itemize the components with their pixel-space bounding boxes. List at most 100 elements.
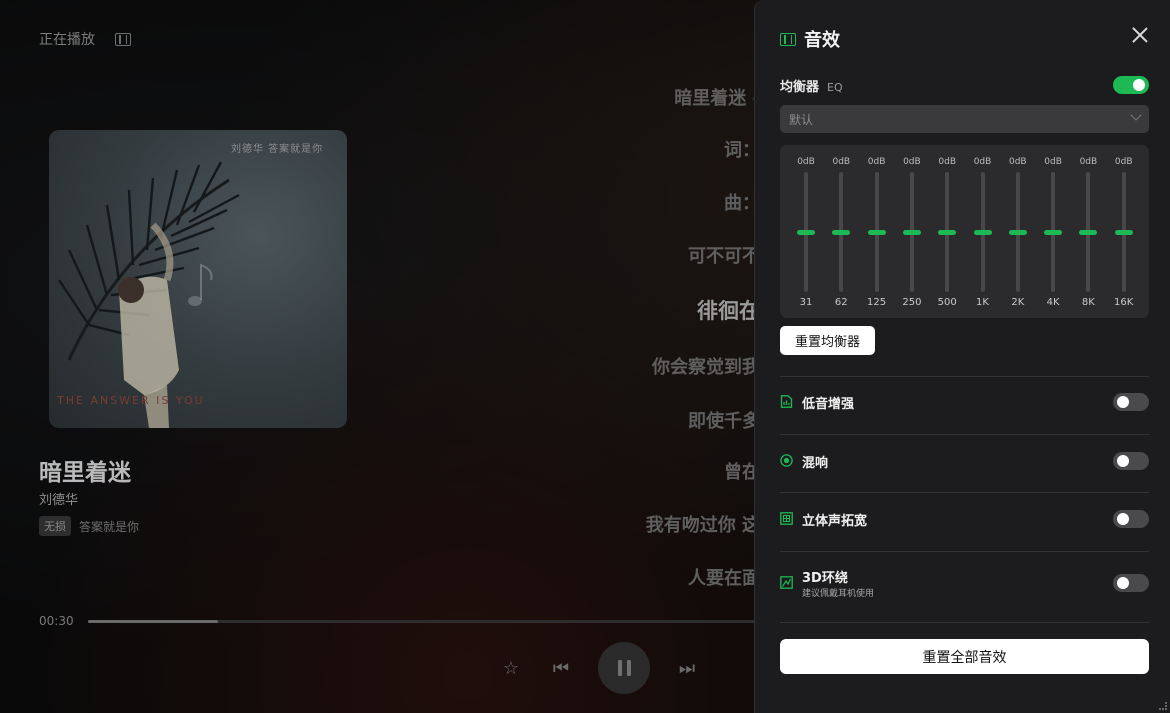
eq-band-db: 0dB [973,157,992,167]
eq-band-db: 0dB [1044,157,1062,167]
eq-band-db: 0dB [797,157,815,167]
eq-band-frequency: 62 [834,297,848,308]
progress-fill [87,619,219,623]
lyric-line[interactable]: 暗里着迷 - [674,84,760,110]
eq-band-frequency: 125 [867,297,887,308]
now-playing-header: 正在播放 [39,29,131,49]
eq-slider-thumb[interactable] [1114,229,1133,235]
lyric-line[interactable]: 徘徊在 [697,295,760,325]
effect-row-reverb: 混响 [780,440,1149,480]
close-icon[interactable] [1132,27,1148,43]
eq-band-62: 0dB 62 [823,145,859,318]
divider [780,376,1149,377]
cover-bottom-caption: THE ANSWER IS YOU [57,394,205,407]
eq-preset-select[interactable]: 默认 [780,105,1149,133]
lyric-line[interactable]: 可不可不 [688,242,760,268]
equalizer-sub-label: EQ [827,81,843,94]
resize-grip-icon[interactable] [1159,702,1167,710]
playback-controls: ☆ ⏮ ⏭ [498,642,700,694]
favorite-star-icon[interactable]: ☆ [498,658,524,679]
eq-band-frequency: 4K [1046,297,1060,308]
panel-title: 音效 [804,30,840,51]
eq-band-8K: 0dB 8K [1070,145,1106,318]
lyric-line[interactable]: 即使千多 [688,407,760,433]
eq-band-250: 0dB 250 [894,145,930,318]
current-time: 00:30 [39,614,74,628]
equalizer-label: 均衡器 [780,80,820,95]
eq-band-2K: 0dB 2K [1000,145,1036,318]
eq-slider-thumb[interactable] [973,229,992,235]
eq-band-500: 0dB 500 [929,145,965,318]
effect-row-3d: 3D环绕 建议佩戴耳机使用 [780,563,1149,603]
eq-band-db: 0dB [1079,157,1098,167]
eq-slider-thumb[interactable] [832,229,851,235]
eq-band-db: 0dB [867,157,886,167]
eq-band-db: 0dB [938,157,956,167]
lyric-line[interactable]: 人要在面 [688,564,760,590]
next-track-icon[interactable]: ⏭ [674,658,700,679]
previous-track-icon[interactable]: ⏮ [548,658,574,679]
stereo-icon [780,512,793,525]
divider [780,622,1149,623]
eq-band-frequency: 8K [1081,297,1095,308]
cover-art-image [58,161,240,428]
progress-track[interactable] [87,619,758,623]
eq-preset-value: 默认 [789,112,814,127]
lyric-line[interactable]: 我有吻过你 这 [646,511,760,537]
surround-3d-icon [780,576,793,589]
surround-3d-toggle[interactable] [1113,574,1149,592]
eq-band-db: 0dB [1114,157,1133,167]
eq-slider-thumb[interactable] [1008,229,1027,235]
eq-slider-thumb[interactable] [1044,229,1063,235]
eq-slider-thumb[interactable] [797,229,815,235]
album-cover: 刘德华 答案就是你 THE ANSWER IS YOU [49,130,347,428]
effect-label: 3D环绕 [802,571,848,586]
song-tags: 无损 答案就是你 [39,516,139,536]
pause-button[interactable] [598,642,650,694]
eq-band-frequency: 2K [1011,297,1025,308]
bass-boost-toggle[interactable] [1113,393,1149,411]
divider [780,551,1149,552]
pause-bar-left [617,660,622,676]
reverb-toggle[interactable] [1113,452,1149,470]
lyrics-panel: 暗里着迷 - 词： 曲： 可不可不 徘徊在 你会察觉到我 即使千多 曾在 我有吻过你 这人要在面 [560,0,760,713]
eq-slider-thumb[interactable] [938,229,957,235]
eq-slider-thumb[interactable] [867,229,886,235]
quality-badge: 无损 [39,516,71,536]
mini-player-icon[interactable] [115,32,131,46]
audio-effects-panel: 音效 均衡器 EQ 默认 0dB 31 0dB 62 0dB 125 0dB 250 0dB 50… [754,0,1170,713]
eq-band-db: 0dB [832,157,851,167]
eq-band-frequency: 500 [937,297,957,308]
eq-band-1K: 0dB 1K [965,145,1001,318]
eq-band-frequency: 16K [1114,297,1134,308]
lyric-line[interactable]: 你会察觉到我 [652,353,760,379]
chevron-down-icon [1130,109,1142,121]
song-artist[interactable]: 刘德华 [39,489,78,508]
reset-all-effects-button[interactable]: 重置全部音效 [780,639,1149,674]
effect-label: 混响 [802,456,829,471]
pause-bar-right [626,660,631,676]
equalizer-toggle[interactable] [1113,76,1149,94]
eq-band-frequency: 1K [976,297,989,308]
progress-bar: 00:30 [39,614,758,628]
effect-row-stereo: 立体声拓宽 [780,498,1149,538]
cover-caption: 刘德华 答案就是你 [231,144,324,155]
bass-icon [780,395,793,408]
effect-label: 立体声拓宽 [802,514,868,529]
reset-equalizer-button[interactable]: 重置均衡器 [780,326,875,355]
eq-slider-thumb[interactable] [1079,229,1098,235]
stereo-widen-toggle[interactable] [1113,510,1149,528]
eq-band-4K: 0dB 4K [1035,145,1071,318]
eq-band-125: 0dB 125 [859,145,895,318]
divider [780,434,1149,435]
effect-label: 低音增强 [802,397,855,412]
album-name[interactable]: 答案就是你 [79,518,139,535]
eq-band-db: 0dB [1008,157,1027,167]
eq-band-31: 0dB 31 [788,145,824,318]
eq-band-frequency: 250 [902,297,922,308]
equalizer-header: 均衡器 EQ [780,76,843,95]
eq-band-16K: 0dB 16K [1106,145,1142,318]
effect-row-bass: 低音增强 [780,381,1149,421]
eq-slider-thumb[interactable] [902,229,921,235]
eq-band-db: 0dB [903,157,921,167]
